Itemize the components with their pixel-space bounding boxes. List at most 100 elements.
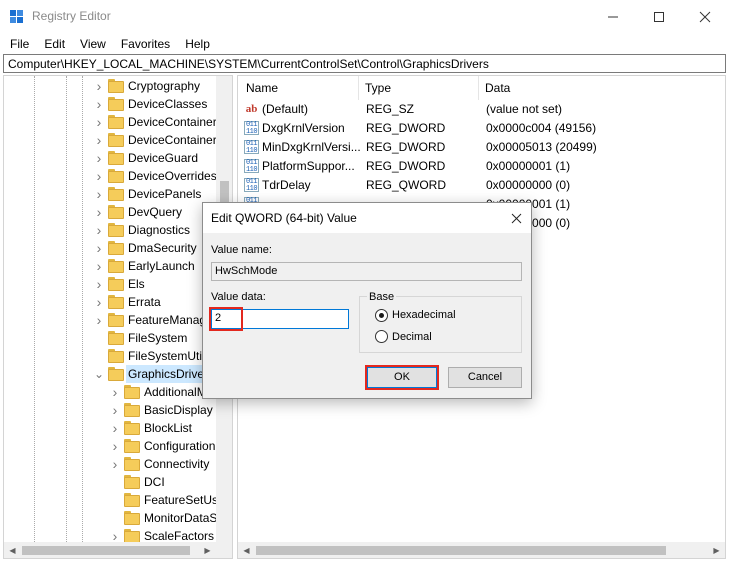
chevron-right-icon[interactable]: › xyxy=(110,383,120,401)
folder-icon xyxy=(108,241,124,255)
tree-item[interactable]: › Diagnostics xyxy=(4,221,216,239)
tree-item[interactable]: › DmaSecurity xyxy=(4,239,216,257)
registry-icon xyxy=(10,10,24,24)
tree-item[interactable]: › DeviceContainerl xyxy=(4,113,220,131)
tree-item[interactable]: ⌄ GraphicsDriver xyxy=(4,365,216,383)
key-tree[interactable]: › Cryptography › DeviceClasses › DeviceContai… xyxy=(3,75,233,559)
minimize-button[interactable] xyxy=(590,0,636,34)
chevron-right-icon[interactable]: › xyxy=(94,293,104,311)
chevron-right-icon[interactable] xyxy=(94,329,104,347)
chevron-down-icon[interactable]: ⌄ xyxy=(94,365,104,383)
tree-item[interactable]: › DeviceContainers xyxy=(4,131,223,149)
tree-horizontal-scrollbar[interactable]: ◀ ▶ xyxy=(4,542,216,558)
value-row[interactable]: 011 110 MinDxgKrnlVersi... REG_DWORD 0x00005… xyxy=(238,138,708,157)
address-bar[interactable]: Computer\HKEY_LOCAL_MACHINE\SYSTEM\Curre… xyxy=(3,54,726,73)
tree-item[interactable]: FileSystemUtili xyxy=(4,347,216,365)
folder-icon xyxy=(108,313,124,327)
chevron-right-icon[interactable] xyxy=(110,509,120,527)
value-row[interactable]: ab (Default) REG_SZ (value not set) xyxy=(238,100,708,119)
chevron-right-icon[interactable]: › xyxy=(94,185,104,203)
tree-item[interactable]: › Configuration xyxy=(4,437,216,455)
column-separator[interactable] xyxy=(478,76,479,100)
chevron-right-icon[interactable] xyxy=(110,473,120,491)
folder-icon xyxy=(108,277,124,291)
tree-item[interactable]: FeatureSetUsa xyxy=(4,491,225,509)
folder-icon xyxy=(124,493,140,507)
tree-hscroll-thumb[interactable] xyxy=(22,546,190,555)
tree-item-label: BlockList xyxy=(144,421,193,435)
chevron-right-icon[interactable]: › xyxy=(94,311,104,329)
close-button[interactable] xyxy=(682,0,728,34)
chevron-right-icon[interactable]: › xyxy=(94,77,104,95)
values-hscroll-thumb[interactable] xyxy=(256,546,666,555)
tree-item[interactable]: MonitorDataS xyxy=(4,509,217,527)
menu-view[interactable]: View xyxy=(71,37,112,51)
value-name: DxgKrnlVersion xyxy=(262,121,345,135)
value-data: 0x00000000 (0) xyxy=(486,178,571,192)
chevron-right-icon[interactable]: › xyxy=(110,419,120,437)
chevron-right-icon[interactable] xyxy=(94,347,104,365)
decimal-label[interactable]: Decimal xyxy=(392,331,432,343)
maximize-button[interactable] xyxy=(636,0,682,34)
menu-help[interactable]: Help xyxy=(176,37,216,51)
chevron-right-icon[interactable]: › xyxy=(110,455,120,473)
tree-item-label: GraphicsDriver xyxy=(126,365,211,383)
chevron-right-icon[interactable]: › xyxy=(94,221,104,239)
chevron-right-icon[interactable]: › xyxy=(94,203,104,221)
scroll-left-icon[interactable]: ◀ xyxy=(4,542,21,558)
tree-item[interactable]: › DevQuery xyxy=(4,203,216,221)
tree-item[interactable]: › DevicePanels xyxy=(4,185,216,203)
tree-item[interactable]: FileSystem xyxy=(4,329,216,347)
tree-item[interactable]: › AdditionalM xyxy=(4,383,216,401)
decimal-radio[interactable] xyxy=(375,330,388,343)
tree-item[interactable]: › DeviceOverrides xyxy=(4,167,217,185)
close-icon xyxy=(699,11,711,23)
value-type: REG_QWORD xyxy=(366,178,447,192)
chevron-right-icon[interactable]: › xyxy=(110,437,120,455)
tree-item[interactable]: › EarlyLaunch xyxy=(4,257,216,275)
column-header-type[interactable]: Type xyxy=(365,76,391,100)
column-header-data[interactable]: Data xyxy=(485,76,510,100)
folder-icon xyxy=(108,97,124,111)
chevron-right-icon[interactable]: › xyxy=(94,167,104,185)
window-title: Registry Editor xyxy=(32,9,111,23)
tree-item[interactable]: DCI xyxy=(4,473,216,491)
value-row[interactable]: 011 110 PlatformSuppor... REG_DWORD 0x000000… xyxy=(238,157,708,176)
chevron-right-icon[interactable]: › xyxy=(94,257,104,275)
chevron-right-icon[interactable]: › xyxy=(94,275,104,293)
tree-item[interactable]: › DeviceGuard xyxy=(4,149,216,167)
scroll-right-icon[interactable]: ▶ xyxy=(708,542,725,558)
tree-item[interactable]: › Cryptography xyxy=(4,77,216,95)
scroll-right-icon[interactable]: ▶ xyxy=(199,542,216,558)
dialog-close-button[interactable] xyxy=(501,203,531,233)
menu-favorites[interactable]: Favorites xyxy=(112,37,176,51)
chevron-right-icon[interactable]: › xyxy=(94,149,104,167)
tree-item-label: Els xyxy=(128,277,145,291)
values-horizontal-scrollbar[interactable]: ◀ ▶ xyxy=(238,542,725,558)
tree-item[interactable]: › FeatureManag xyxy=(4,311,216,329)
chevron-right-icon[interactable] xyxy=(110,491,120,509)
tree-item[interactable]: › Connectivity xyxy=(4,455,216,473)
tree-item[interactable]: › BasicDisplay xyxy=(4,401,216,419)
chevron-right-icon[interactable]: › xyxy=(94,113,104,131)
value-row[interactable]: 011 110 DxgKrnlVersion REG_DWORD 0x0000c004 … xyxy=(238,119,708,138)
tree-item[interactable]: › Errata xyxy=(4,293,216,311)
chevron-right-icon[interactable]: › xyxy=(94,95,104,113)
column-header-name[interactable]: Name xyxy=(246,76,278,100)
value-row[interactable]: 011 110 TdrDelay REG_QWORD 0x00000000 (0) xyxy=(238,176,708,195)
hexadecimal-label[interactable]: Hexadecimal xyxy=(392,309,456,321)
chevron-right-icon[interactable]: › xyxy=(110,401,120,419)
chevron-right-icon[interactable]: › xyxy=(94,239,104,257)
tree-item[interactable]: › BlockList xyxy=(4,419,216,437)
scroll-left-icon[interactable]: ◀ xyxy=(238,542,255,558)
menu-file[interactable]: File xyxy=(0,37,35,51)
folder-icon xyxy=(124,511,140,525)
column-separator[interactable] xyxy=(358,76,359,100)
tree-item[interactable]: › DeviceClasses xyxy=(4,95,216,113)
cancel-button[interactable]: Cancel xyxy=(448,367,522,388)
tree-item[interactable]: › Els xyxy=(4,275,216,293)
folder-icon xyxy=(108,187,124,201)
chevron-right-icon[interactable]: › xyxy=(94,131,104,149)
hexadecimal-radio[interactable] xyxy=(375,309,388,322)
menu-edit[interactable]: Edit xyxy=(35,37,71,51)
